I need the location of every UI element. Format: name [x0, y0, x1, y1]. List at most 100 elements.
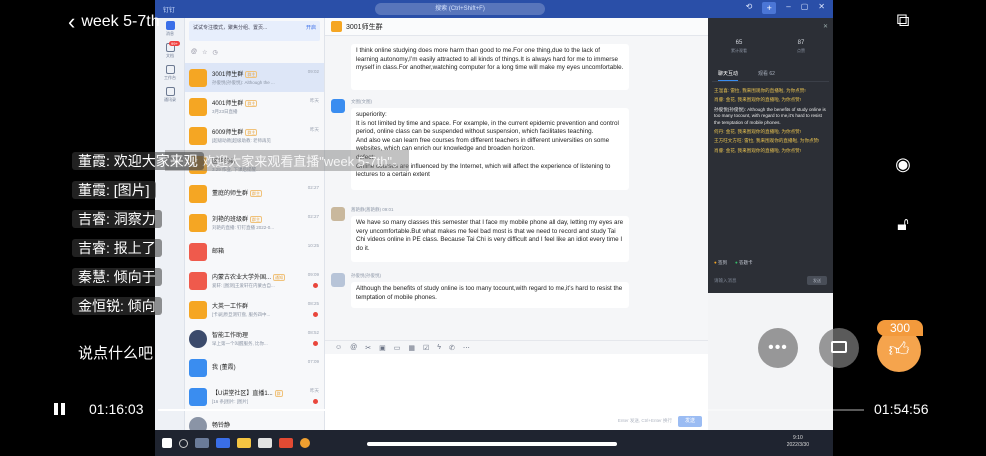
conversation-preview: [卡录]原旦测钉盘, 服务四中...: [212, 312, 271, 317]
flash-icon[interactable]: ϟ: [437, 344, 441, 351]
sender-name: 蒿艳静(蒿艳静) 09:01: [351, 207, 394, 212]
stat-likes: 87 点赞: [797, 40, 805, 53]
app-search[interactable]: 搜索 (Ctrl+Shift+F): [375, 3, 545, 15]
focus-mode-notice: 试试专注模式，聚焦分组、置页... 开启: [189, 21, 320, 41]
calendar-icon[interactable]: ▦: [408, 344, 415, 352]
conversation-item[interactable]: 刘艳的班级群 群主 刘艳的直播: 钉钉直播 2022-0... 02:27: [185, 208, 324, 237]
current-time: 01:16:03: [89, 401, 144, 417]
input-toolbar: ☺ @ ✂ ▣ ▭ ▦ ☑ ϟ ✆ ⋯: [325, 340, 708, 354]
tab-chat[interactable]: 聊天互动: [718, 70, 739, 81]
message-bubble[interactable]: superiority: It is not limited by time a…: [351, 108, 629, 190]
close-icon[interactable]: ✕: [823, 23, 828, 30]
panel-message: 肖睿: 金花, 我来围观你的直播啦, 为你点赞!: [714, 147, 802, 153]
folder-icon[interactable]: ▭: [394, 344, 401, 352]
panel-actions: ● 签到 ● 答题卡: [714, 260, 827, 266]
chrome-icon[interactable]: [300, 438, 310, 448]
phone-icon[interactable]: ✆: [449, 344, 455, 352]
conversation-time: 02:27: [307, 185, 319, 190]
enable-focus-button[interactable]: 开启: [306, 24, 316, 31]
taskview-icon[interactable]: [195, 438, 209, 448]
chat-header: 3001师生群: [325, 18, 708, 36]
conversation-preview: 刘艳的直播: 钉钉直播 2022-0...: [212, 225, 275, 230]
tab-viewers[interactable]: 观看 62: [758, 70, 775, 81]
seek-bar[interactable]: [158, 405, 864, 415]
conversation-preview: 3月23日直播: [212, 109, 238, 114]
conversation-tag: 群主: [245, 71, 258, 78]
conversation-tag: 群主: [245, 129, 258, 136]
pause-button[interactable]: [54, 403, 66, 417]
star-icon[interactable]: ☆: [202, 49, 207, 56]
group-avatar: [331, 21, 342, 32]
airplay-button[interactable]: [819, 328, 859, 368]
image-icon[interactable]: ▣: [379, 344, 386, 352]
seek-knob[interactable]: [620, 405, 630, 415]
live-comment: 董霞: 欢迎大家来观: [72, 150, 204, 179]
camera-icon[interactable]: ◉: [888, 154, 918, 175]
airplay-icon: [831, 341, 847, 353]
history-icon[interactable]: ⟲: [746, 2, 753, 14]
player-controls: 01:16:03 01:54:56: [0, 398, 986, 424]
window-controls: ⟲ + – ▢ ✕: [746, 2, 825, 14]
conversation-item[interactable]: 4001师生群 群主 3月23日直播 昨天: [185, 92, 324, 121]
system-clock: 9:10 2022/3/30: [786, 435, 809, 448]
conversation-item[interactable]: 3001师生群 群主 孙俊悦(孙俊悦): Although the ... 09:02: [185, 63, 324, 92]
explorer-icon[interactable]: [237, 438, 251, 448]
conversation-item[interactable]: 6009师生群 群主 [超级助教]超级助教: 老师再见 昨天: [185, 121, 324, 150]
at-icon[interactable]: @: [350, 344, 357, 351]
windows-start-icon[interactable]: [162, 438, 172, 448]
app-taskbar-icon[interactable]: [258, 438, 272, 448]
back-chevron-icon[interactable]: ‹: [68, 11, 75, 33]
conversation-time: 10:25: [307, 243, 319, 248]
close-icon[interactable]: ✕: [818, 2, 825, 14]
plus-icon[interactable]: +: [762, 2, 777, 14]
live-stats: 65 累计观看 87 点赞: [708, 40, 833, 54]
pip-icon[interactable]: ⧉: [888, 10, 918, 31]
wps-icon[interactable]: [279, 438, 293, 448]
app-titlebar: 钉钉 搜索 (Ctrl+Shift+F) ⟲ + – ▢ ✕: [155, 0, 833, 18]
conversation-time: 08:25: [307, 301, 319, 306]
at-icon[interactable]: @: [191, 49, 197, 55]
scissors-icon[interactable]: ✂: [365, 344, 371, 352]
conversation-item[interactable]: 内蒙古农业大学外国... 通知 爱轩: [图测]王爱轩在内蒙古自... 09:09: [185, 266, 324, 295]
conversation-item[interactable]: 邮箱 10:25: [185, 237, 324, 266]
conversation-avatar: [189, 358, 207, 377]
maximize-icon[interactable]: ▢: [801, 2, 809, 14]
conversation-item[interactable]: 大英一工作群 [卡录]原旦测钉盘, 服务四中... 08:25: [185, 295, 324, 324]
comment-input[interactable]: 说点什么吧: [78, 342, 153, 363]
total-time: 01:54:56: [874, 401, 929, 417]
conversation-items: 3001师生群 群主 孙俊悦(孙俊悦): Although the ... 09:02…: [185, 63, 324, 430]
conversation-time: 09:09: [307, 272, 319, 277]
panel-message: 王温喜: 雷拉, 我来围观你的直播啦, 为你点赞!: [714, 88, 806, 93]
answer-card-button[interactable]: ● 答题卡: [735, 260, 752, 266]
minimize-icon[interactable]: –: [786, 2, 790, 14]
conversation-item[interactable]: 董庭的师生群 群主 02:27: [185, 179, 324, 208]
checkin-button[interactable]: ● 签到: [714, 260, 727, 266]
check-icon[interactable]: ☑: [423, 344, 429, 352]
more-icon[interactable]: ⋯: [463, 344, 470, 352]
conversation-time: 08:52: [307, 330, 319, 335]
chat-pane: 3001师生群 I think online studying does mor…: [325, 18, 708, 430]
clock-icon[interactable]: ◷: [212, 49, 217, 56]
rail-item-contacts[interactable]: 通讯录: [155, 84, 185, 106]
more-options-button[interactable]: •••: [758, 328, 798, 368]
panel-message: 肖睿: 金花, 我来围观你的直播啦, 为你点赞!: [714, 97, 802, 103]
conversation-avatar: [189, 126, 207, 145]
video-title: week 5-7th: [81, 13, 160, 30]
conversation-preview: [超级助教]超级助教: 老师再见: [212, 138, 271, 143]
search-icon[interactable]: [179, 438, 188, 448]
conversation-item[interactable]: 我 (董霞) 07:09: [185, 353, 324, 382]
message-bubble[interactable]: We have so many classes this semester th…: [351, 216, 629, 262]
conversation-name: 4001师生群 群主: [212, 100, 258, 107]
contacts-icon: [165, 87, 175, 96]
panel-input[interactable]: 请输入消息 发送: [714, 274, 827, 287]
emoji-icon[interactable]: ☺: [335, 344, 342, 351]
unlock-icon[interactable]: 🔓︎: [888, 214, 918, 235]
panel-send-button[interactable]: 发送: [807, 276, 827, 285]
message-bubble[interactable]: Although the benefits of study online is…: [351, 282, 629, 308]
panel-message: 何丹: 金花, 我来围观你的直播啦, 为你点赞!: [714, 129, 802, 135]
video-title-bar[interactable]: ‹ week 5-7th: [68, 11, 160, 33]
dingtalk-taskbar-icon[interactable]: [216, 438, 230, 448]
rail-item-workbench[interactable]: 工作台: [155, 62, 185, 84]
conversation-item[interactable]: 智能工作助理 早上第一个叫醒服务, 比你... 08:52: [185, 324, 324, 353]
message-bubble[interactable]: I think online studying does more harm t…: [351, 44, 629, 90]
